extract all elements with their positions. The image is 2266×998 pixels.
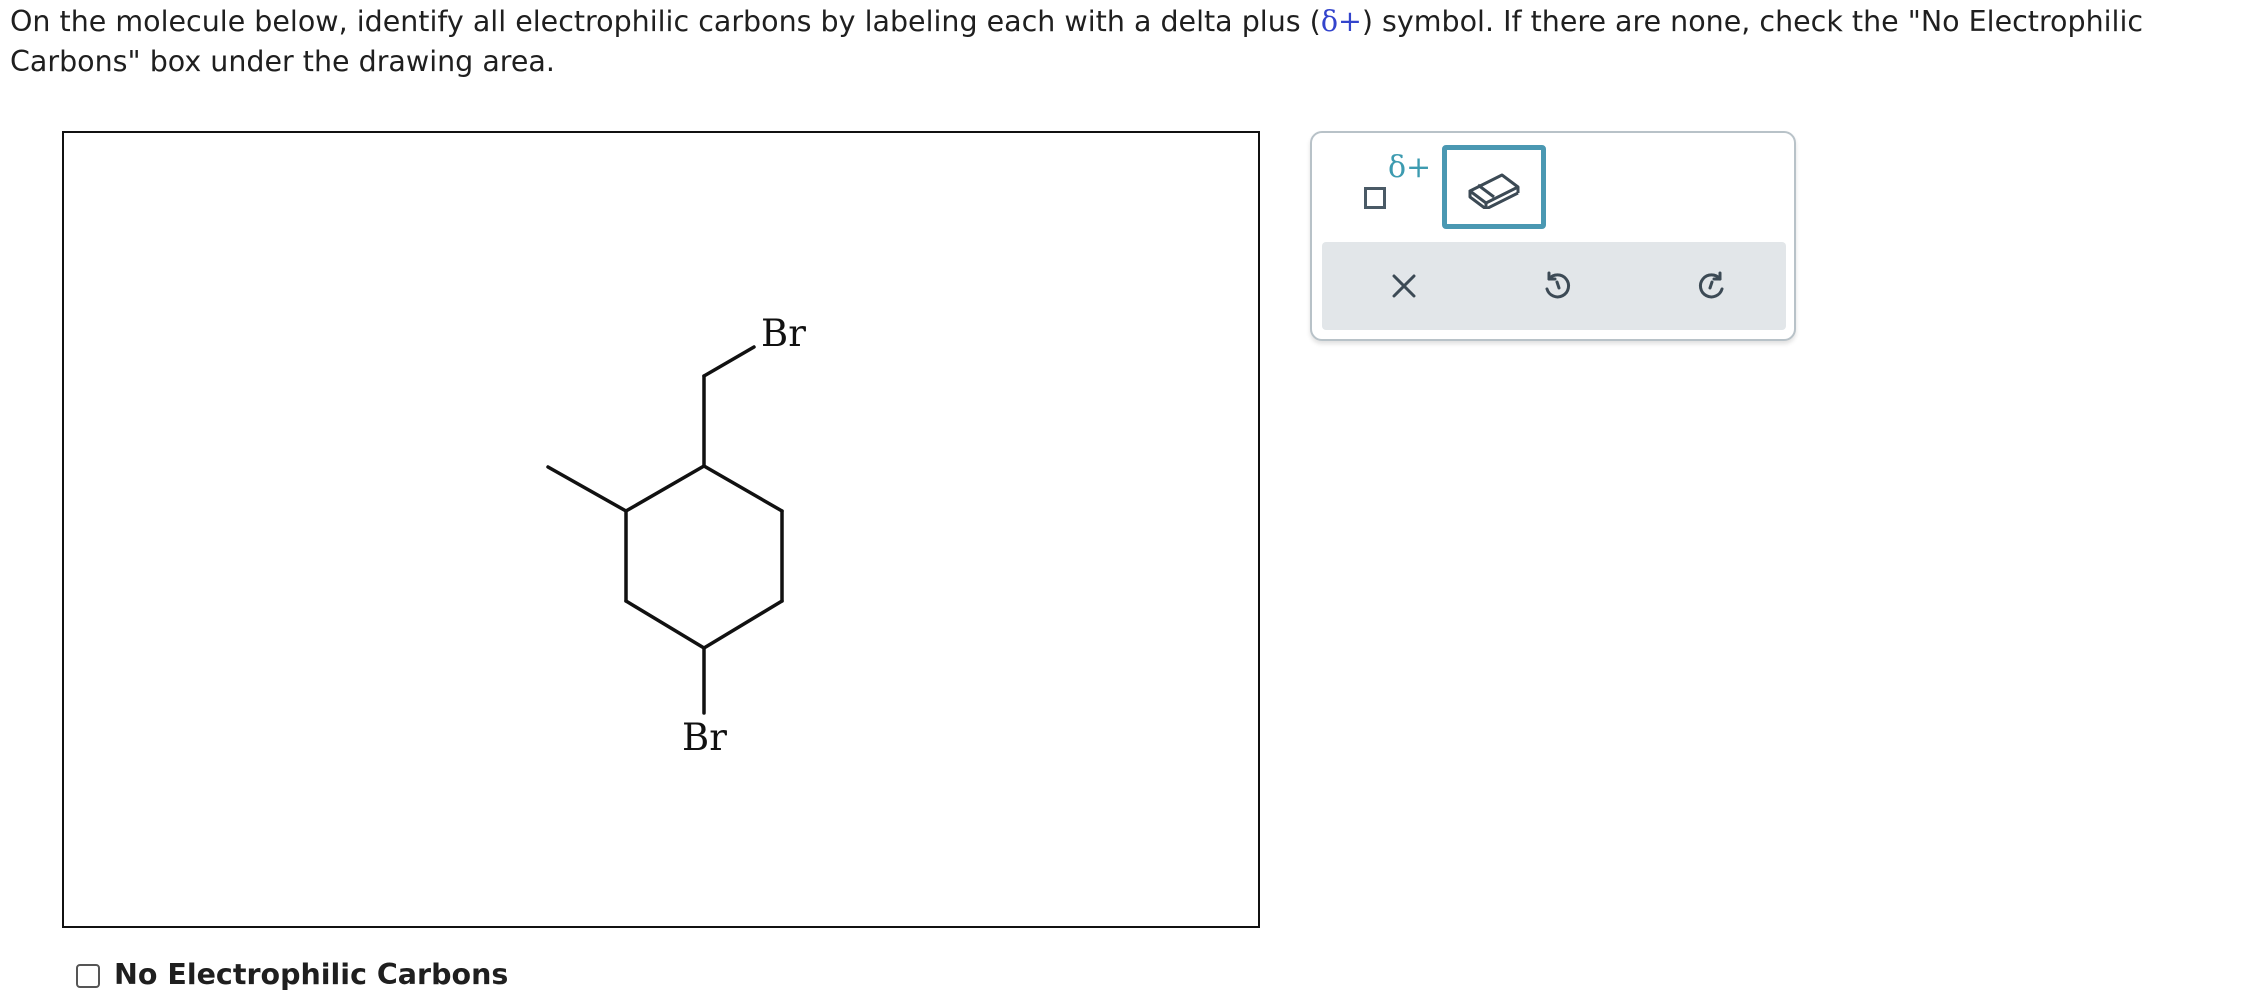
delta-plus-inline: δ+ — [1320, 5, 1362, 38]
bond — [624, 599, 706, 650]
close-icon — [1392, 274, 1416, 298]
delta-plus-tool-button[interactable]: δ+ — [1352, 143, 1432, 223]
drawing-area[interactable]: Br Br — [62, 131, 1260, 928]
redo-button[interactable] — [1682, 256, 1742, 316]
instructions-text: On the molecule below, identify all elec… — [10, 2, 2260, 82]
atom-label-br-bottom[interactable]: Br — [682, 716, 727, 759]
atom-label-br-top[interactable]: Br — [761, 312, 806, 355]
eraser-icon — [1468, 173, 1520, 209]
bond — [624, 464, 706, 513]
bond — [546, 465, 628, 513]
eraser-tool-button[interactable] — [1442, 145, 1546, 229]
bond — [702, 345, 756, 378]
bond — [702, 464, 784, 513]
square-icon — [1364, 187, 1386, 209]
no-electrophilic-carbons-checkbox-row[interactable]: No Electrophilic Carbons — [76, 958, 508, 998]
undo-button[interactable] — [1527, 256, 1587, 316]
toolbar: δ+ — [1310, 131, 1796, 341]
bond — [702, 599, 784, 650]
no-electrophilic-carbons-checkbox[interactable] — [76, 964, 100, 988]
action-bar — [1322, 242, 1786, 330]
molecule-drawing: Br Br — [546, 312, 806, 759]
instructions-part1: On the molecule below, identify all elec… — [10, 5, 1321, 38]
clear-button[interactable] — [1374, 256, 1434, 316]
redo-icon — [1698, 271, 1724, 299]
molecule-bonds — [546, 345, 784, 715]
no-electrophilic-carbons-label[interactable]: No Electrophilic Carbons — [114, 958, 508, 991]
delta-plus-tool-label: δ+ — [1388, 150, 1432, 185]
undo-icon — [1545, 271, 1571, 299]
